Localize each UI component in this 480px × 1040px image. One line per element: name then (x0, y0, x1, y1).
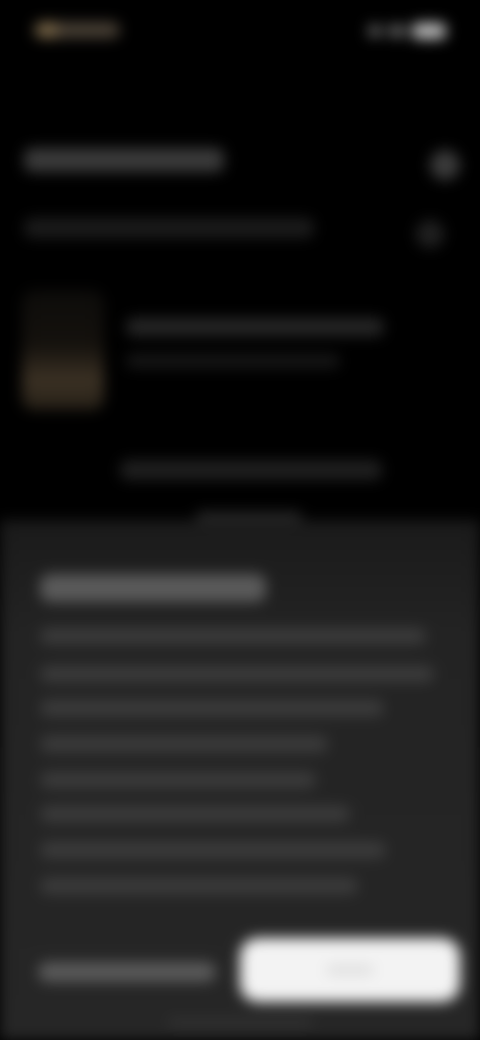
close-icon[interactable] (430, 150, 460, 180)
media-title (126, 318, 384, 336)
secondary-info-row (120, 460, 382, 480)
sheet-text-line-1 (40, 628, 426, 644)
status-bar (0, 0, 480, 60)
home-indicator (168, 1020, 312, 1025)
status-icons (350, 22, 446, 40)
screen (0, 0, 480, 1040)
primary-action-button[interactable] (240, 938, 460, 1002)
signal-icon (368, 25, 382, 37)
sheet-text-line-2 (40, 666, 434, 682)
page-title (24, 148, 224, 172)
sheet-text-line-7 (40, 842, 386, 858)
secondary-action-button[interactable] (38, 962, 216, 982)
battery-icon (412, 23, 446, 39)
sheet-text-line-4 (40, 736, 328, 752)
sheet-text-line-5 (40, 772, 316, 788)
sheet-text-line-8 (40, 878, 358, 894)
subtitle-row (24, 218, 314, 238)
media-subtitle (126, 354, 340, 368)
status-time (34, 22, 120, 38)
status-indicator (36, 22, 58, 38)
wifi-icon (388, 25, 406, 37)
info-icon[interactable] (416, 220, 444, 248)
primary-action-label (326, 965, 374, 975)
sheet-text-line-3 (40, 700, 384, 716)
sheet-text-line-6 (40, 806, 350, 822)
media-thumbnail[interactable] (22, 290, 104, 410)
sheet-title (40, 574, 266, 602)
